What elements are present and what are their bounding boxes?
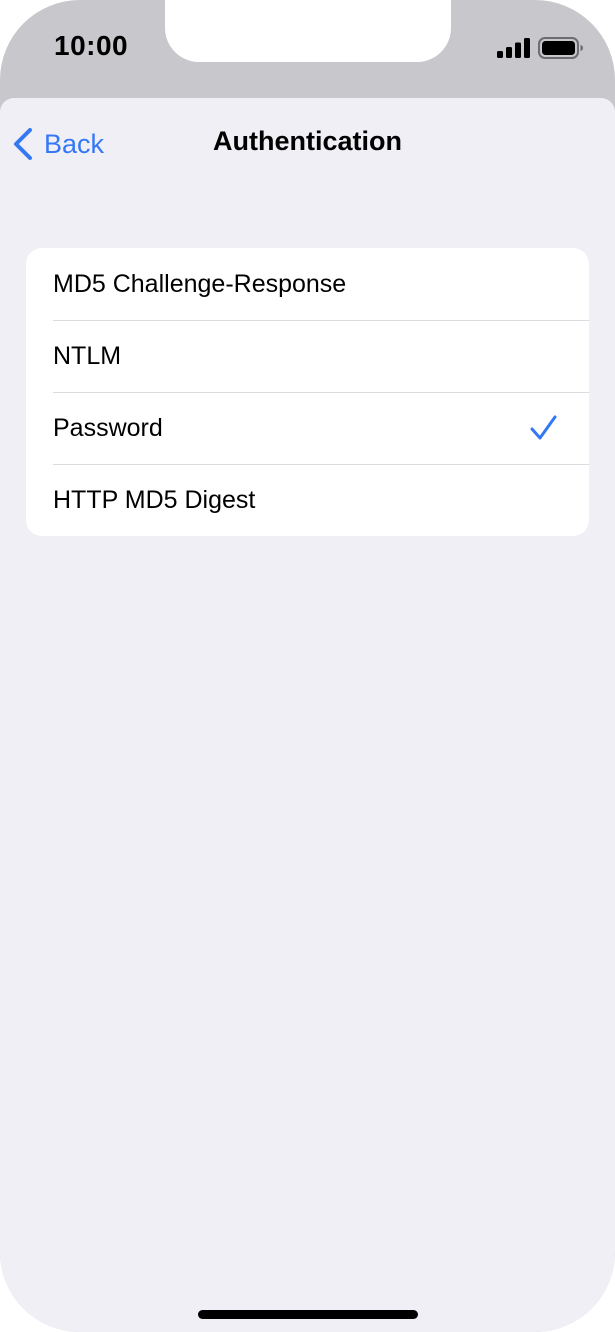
option-label: MD5 Challenge-Response bbox=[53, 269, 347, 298]
option-label: HTTP MD5 Digest bbox=[53, 485, 256, 514]
option-label: NTLM bbox=[53, 341, 122, 370]
device-frame: 10:00 Back Authentication MD5 Challenge-… bbox=[0, 0, 615, 1332]
navigation-bar: Back Authentication bbox=[0, 98, 615, 190]
option-http-md5-digest[interactable]: HTTP MD5 Digest bbox=[26, 464, 589, 536]
checkmark-icon bbox=[530, 415, 557, 440]
battery-icon bbox=[538, 37, 583, 59]
authentication-options-list: MD5 Challenge-Response NTLM Password HTT… bbox=[26, 248, 589, 536]
cellular-signal-icon bbox=[497, 38, 530, 58]
option-password[interactable]: Password bbox=[26, 392, 589, 464]
status-time: 10:00 bbox=[54, 30, 129, 61]
notch bbox=[165, 0, 451, 62]
option-label: Password bbox=[53, 413, 163, 442]
page-title: Authentication bbox=[213, 126, 402, 156]
home-indicator[interactable] bbox=[198, 1310, 418, 1319]
option-md5-challenge-response[interactable]: MD5 Challenge-Response bbox=[26, 248, 589, 320]
option-ntlm[interactable]: NTLM bbox=[26, 320, 589, 392]
